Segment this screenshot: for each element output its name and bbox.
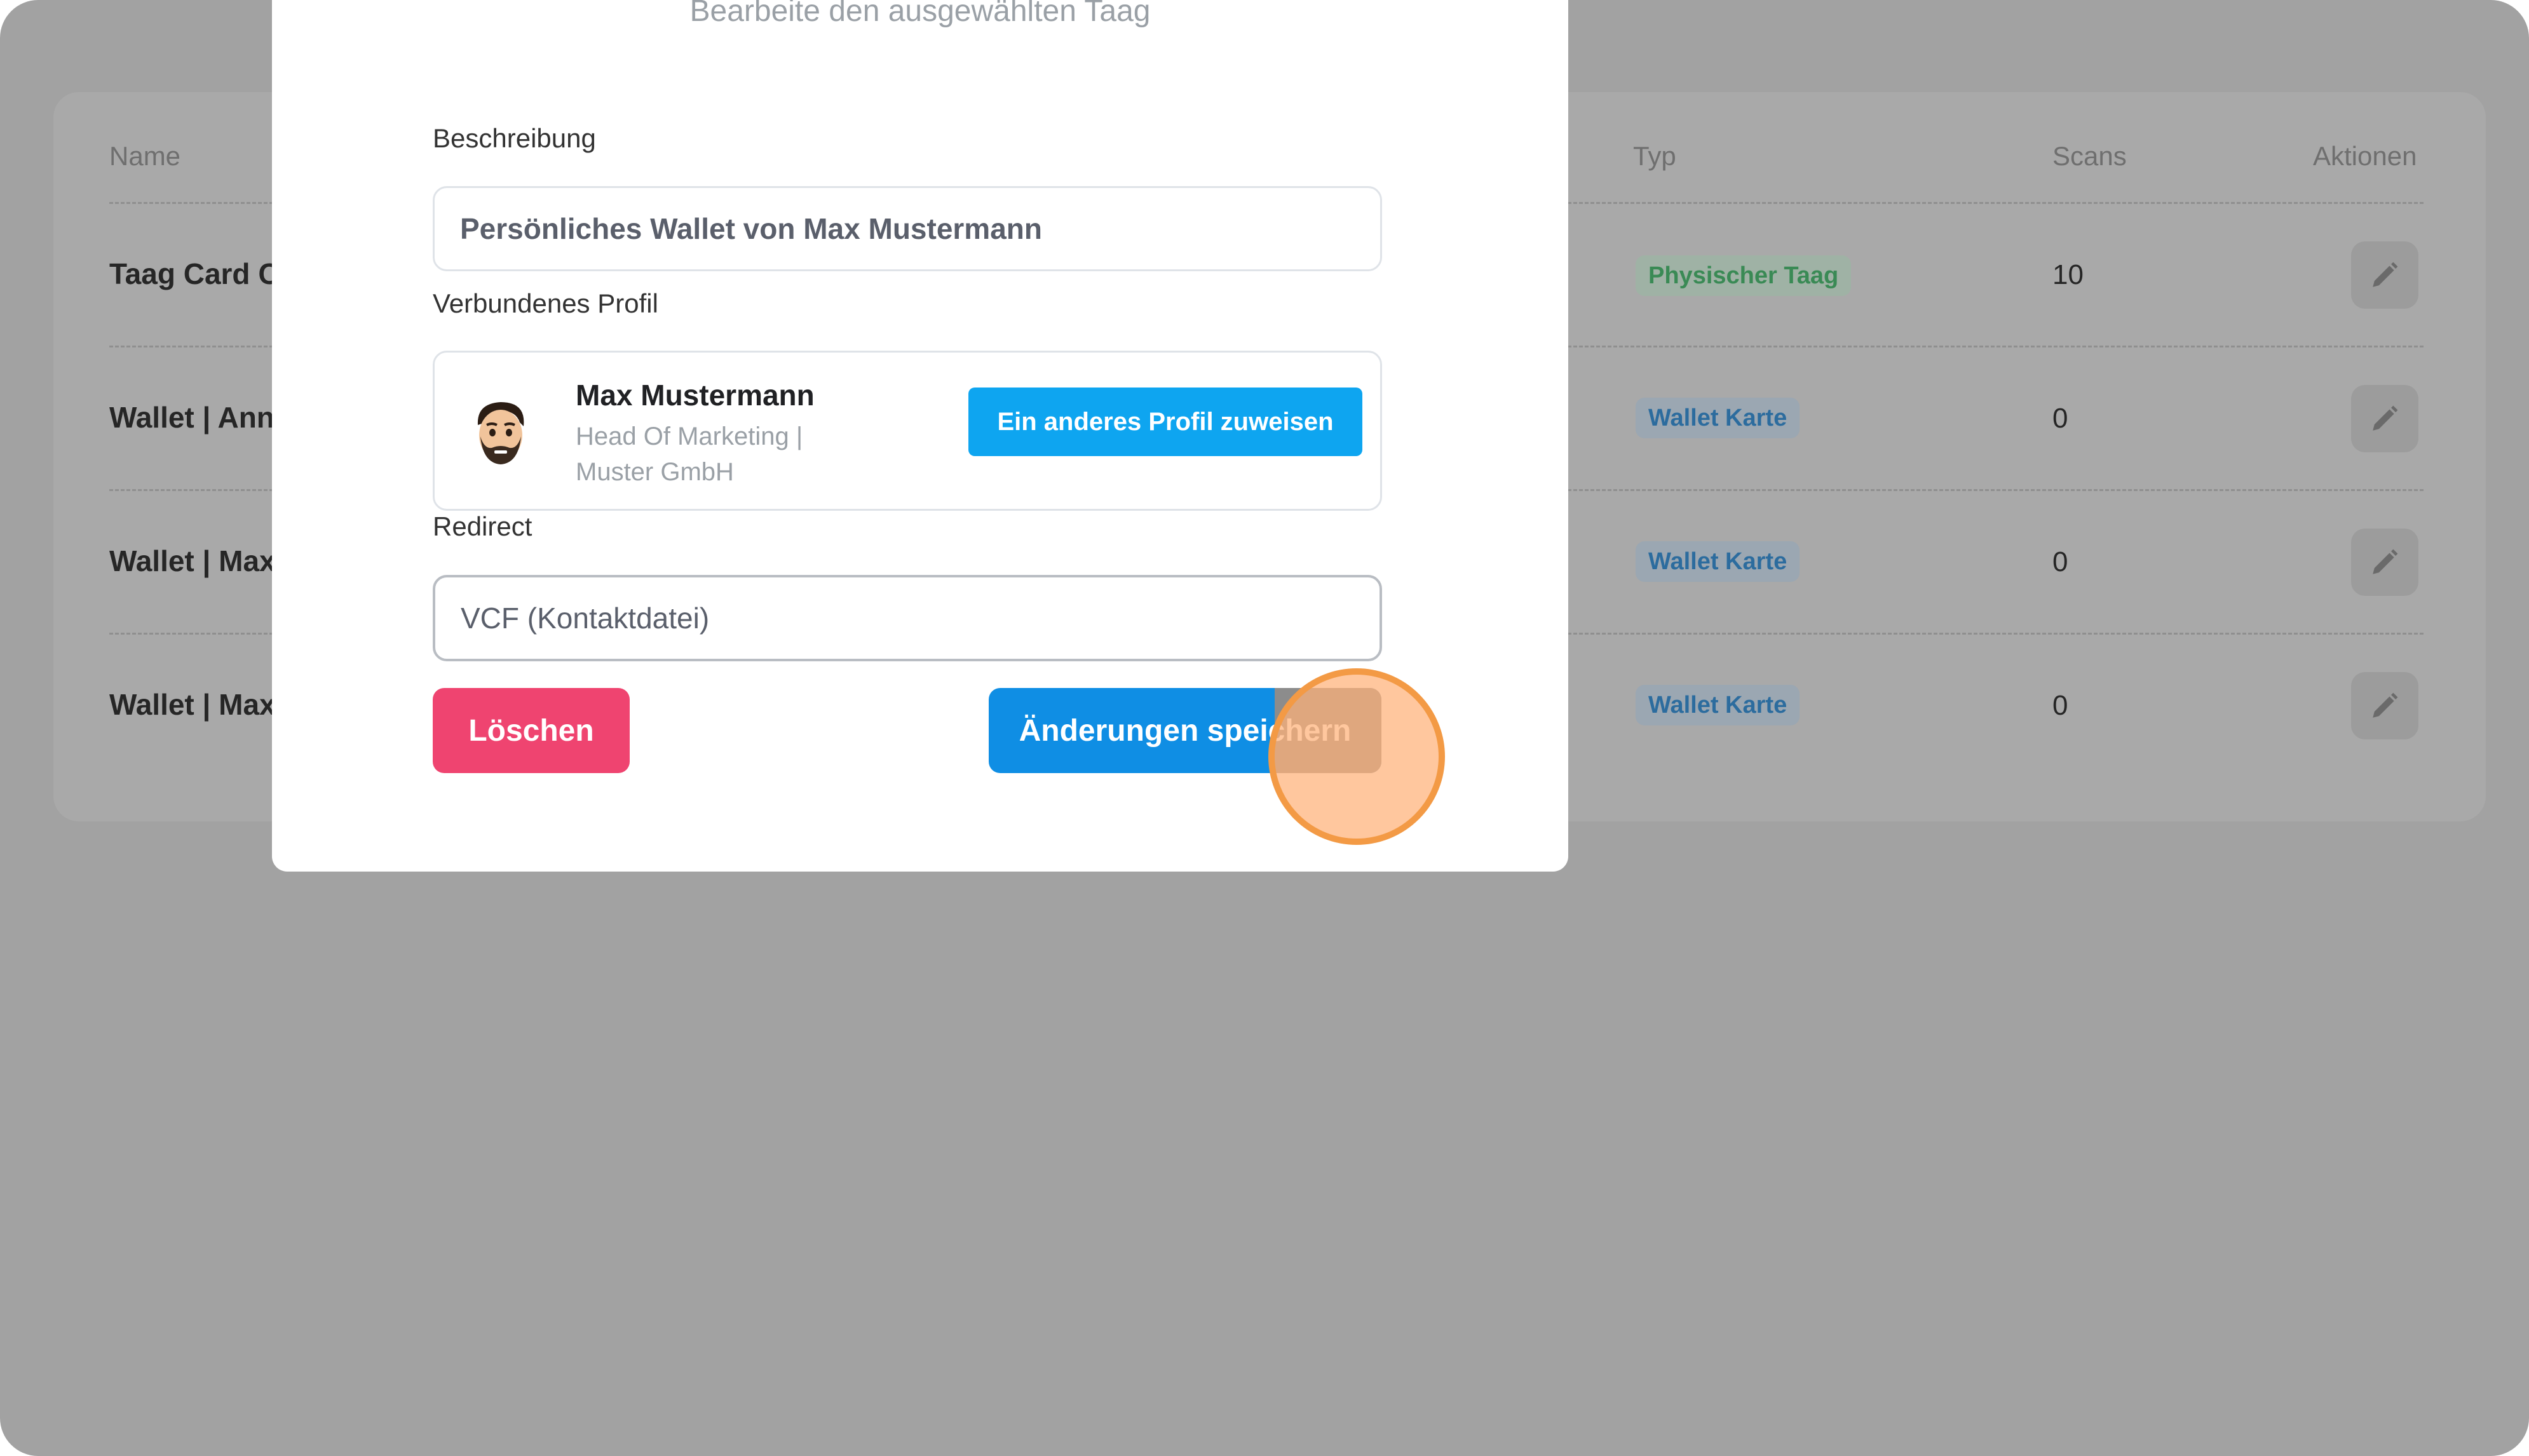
column-header-scans: Scans <box>2052 141 2127 171</box>
pencil-icon <box>2373 262 2398 287</box>
edit-button[interactable] <box>2351 385 2418 452</box>
click-indicator <box>1268 668 1445 845</box>
type-badge: Physischer Taag <box>1636 255 1852 296</box>
type-badge: Wallet Karte <box>1636 685 1800 725</box>
redirect-label: Redirect <box>433 511 532 541</box>
column-header-type: Typ <box>1633 141 1676 171</box>
pencil-icon <box>2373 549 2398 574</box>
column-header-name: Name <box>109 141 181 171</box>
connected-profile-card: Max Mustermann Head Of Marketing | Muste… <box>433 351 1382 511</box>
description-input[interactable] <box>433 186 1382 271</box>
edit-button[interactable] <box>2351 672 2418 739</box>
pencil-icon <box>2373 692 2398 718</box>
profile-name: Max Mustermann <box>576 379 815 412</box>
scan-count: 0 <box>2052 546 2068 577</box>
scan-count: 10 <box>2052 259 2084 290</box>
delete-button[interactable]: Löschen <box>433 688 630 773</box>
app-frame: Name Typ Scans Aktionen Taag Card C Phys… <box>0 0 2529 1456</box>
connected-profile-label: Verbundenes Profil <box>433 288 658 318</box>
type-badge: Wallet Karte <box>1636 398 1800 438</box>
table-row-name[interactable]: Wallet | Max <box>109 687 276 722</box>
type-badge: Wallet Karte <box>1636 541 1800 582</box>
description-label: Beschreibung <box>433 123 596 153</box>
table-row-name[interactable]: Taag Card C <box>109 257 280 291</box>
edit-button[interactable] <box>2351 241 2418 309</box>
scan-count: 0 <box>2052 690 2068 721</box>
modal-subtitle: Bearbeite den ausgewählten Taag <box>689 0 1151 28</box>
edit-button[interactable] <box>2351 529 2418 596</box>
column-header-actions: Aktionen <box>2313 141 2417 171</box>
pencil-icon <box>2373 405 2398 431</box>
profile-role: Head Of Marketing | Muster GmbH <box>576 422 803 486</box>
redirect-input[interactable] <box>433 575 1382 661</box>
table-row-name[interactable]: Wallet | Max <box>109 544 276 578</box>
table-row-name[interactable]: Wallet | Ann <box>109 400 275 435</box>
scan-count: 0 <box>2052 403 2068 434</box>
assign-other-profile-button[interactable]: Ein anderes Profil zuweisen <box>968 388 1362 456</box>
avatar <box>477 402 524 464</box>
